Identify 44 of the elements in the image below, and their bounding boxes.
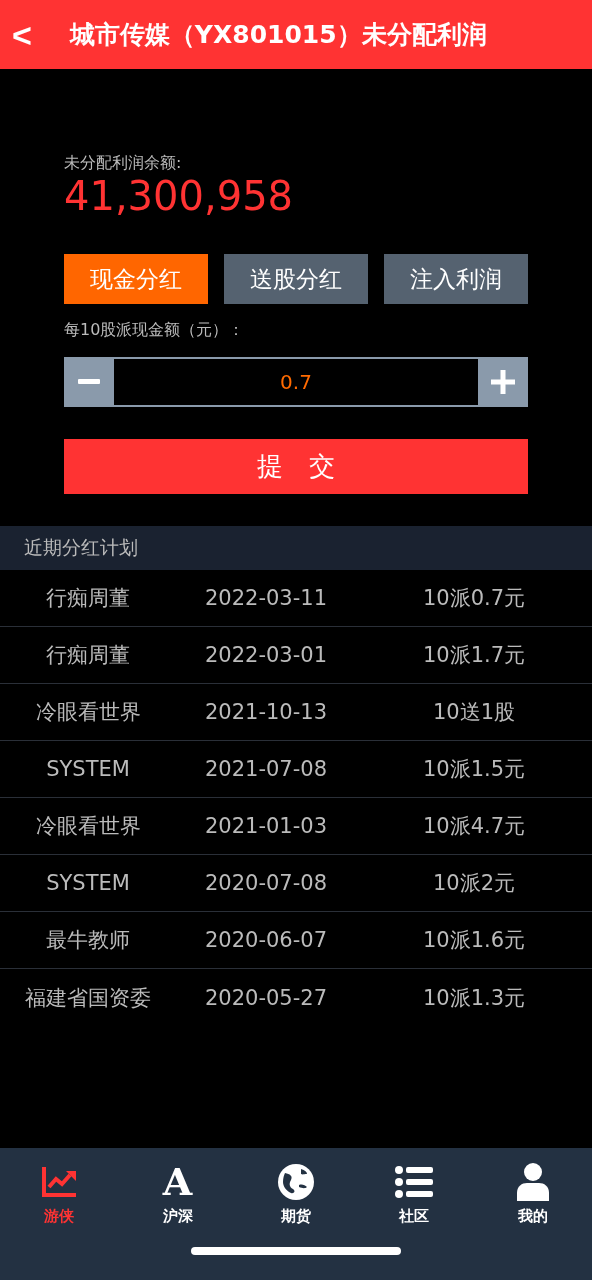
minus-icon — [78, 379, 100, 385]
table-cell-text: 2020-07-08 — [203, 871, 328, 895]
balance-label: 未分配利润余额: — [64, 153, 183, 174]
section-title: 近期分红计划 — [0, 526, 592, 570]
table-cell-text: 2022-03-11 — [203, 586, 328, 610]
nav-tab[interactable]: 社区 — [355, 1162, 474, 1227]
nav-tab[interactable]: A 沪深 — [118, 1162, 237, 1227]
table-cell-text: 2021-07-08 — [203, 757, 328, 781]
nav-tab[interactable]: 我的 — [473, 1162, 592, 1227]
nav-tab[interactable]: 游侠 — [0, 1162, 119, 1227]
amount-label: 每10股派现金额（元）： — [64, 320, 246, 341]
table-cell-text: 10派0.7元 — [421, 585, 527, 612]
table-cell-text: SYSTEM — [45, 871, 131, 895]
letter-icon: A — [162, 1163, 193, 1201]
table-cell-text: 10派1.3元 — [421, 984, 527, 1012]
back-button[interactable]: < — [12, 17, 32, 52]
table-cell-text: 2021-10-13 — [203, 700, 328, 724]
mode-tab[interactable]: 送股分红 — [224, 254, 368, 304]
table-cell-text: 行痴周董 — [45, 585, 131, 612]
table-cell-text: 2022-03-01 — [203, 643, 328, 667]
page-title: 城市传媒（YX801015）未分配利润 — [69, 19, 487, 51]
table-cell-text: 10派4.7元 — [421, 813, 527, 840]
table-cell-text: 行痴周董 — [45, 642, 131, 669]
table-cell-text: 10派1.6元 — [421, 927, 527, 954]
amount-stepper[interactable]: 0.7 — [64, 357, 528, 407]
table-cell-text: 冷眼看世界 — [34, 699, 142, 726]
table-cell-text: 10送1股 — [431, 699, 517, 726]
table-cell-text: 10派1.5元 — [421, 756, 527, 783]
table-cell-text: 10派2元 — [431, 870, 517, 897]
table-cell-text: 10派1.7元 — [421, 642, 527, 669]
list-icon — [395, 1163, 434, 1201]
globe-icon — [277, 1163, 315, 1201]
table-cell-text: SYSTEM — [45, 757, 131, 781]
table-cell-text: 福建省国资委 — [24, 984, 152, 1012]
submit-button[interactable]: 提 交 — [64, 439, 528, 494]
table-cell-text: 2020-05-27 — [203, 985, 328, 1010]
nav-tab[interactable]: 期货 — [236, 1162, 356, 1227]
table-cell-text: 冷眼看世界 — [34, 813, 142, 840]
table-cell-text: 2020-06-07 — [203, 928, 328, 952]
balance-amount: 41,300,958 — [64, 176, 295, 216]
table-cell-text: 最牛教师 — [45, 927, 131, 954]
mode-tab[interactable]: 注入利润 — [384, 254, 528, 304]
plus-icon — [491, 370, 515, 394]
table-cell-text: 2021-01-03 — [203, 814, 328, 838]
